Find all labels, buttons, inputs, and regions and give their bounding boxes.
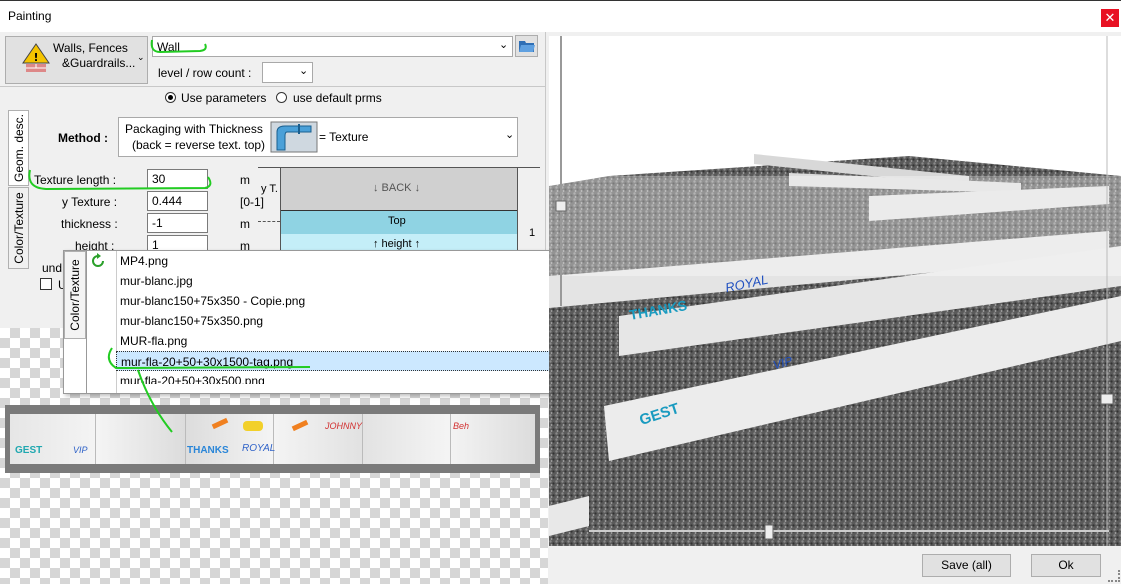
chevron-down-icon: ⌄ <box>299 65 309 77</box>
diagram-top-zone: Top <box>281 210 517 235</box>
object-combo-value: Wall <box>157 40 180 54</box>
thickness-label: thickness : <box>61 217 118 231</box>
strip-tag-gest: GEST <box>15 445 43 456</box>
category-button[interactable]: ! Walls, Fences &Guardrails... ⌄ <box>5 36 148 84</box>
viewport-scene <box>549 36 1121 546</box>
texture-diagram: ↓ BACK ↓ y T. Top ↑ height ↑ 1 <box>258 167 540 257</box>
texture-length-label: Texture length : <box>34 173 117 187</box>
diagram-height-label: ↑ height ↑ <box>373 238 421 250</box>
window-title: Painting <box>8 9 52 23</box>
partial-checkbox[interactable] <box>40 278 52 290</box>
file-list-item[interactable]: mur-fla-20+50+30x1500-tag.png <box>116 351 594 371</box>
file-list: MP4.png mur-blanc.jpg mur-blanc150+75x350 … <box>116 251 596 384</box>
diagram-yt-label: y T. <box>261 183 278 195</box>
file-list-item[interactable]: MP4.png <box>116 251 594 271</box>
header-divider <box>0 86 545 87</box>
chevron-down-icon: ⌄ <box>499 39 509 51</box>
tab-color-texture[interactable]: Color/Texture <box>8 187 29 269</box>
viewport-3d[interactable]: THANKS ROYAL VIP GEST <box>549 36 1121 546</box>
file-list-item[interactable]: mur-blanc.jpg <box>116 271 594 291</box>
packaging-icon <box>270 121 318 153</box>
use-parameters-radio[interactable] <box>165 92 176 103</box>
diagram-one-label: 1 <box>529 227 536 239</box>
method-result: = Texture <box>319 130 369 144</box>
close-button[interactable]: ✕ <box>1101 9 1119 27</box>
method-combo[interactable]: Packaging with Thickness (back = reverse… <box>118 117 518 157</box>
category-line2: &Guardrails... <box>62 56 136 70</box>
y-texture-input[interactable]: 0.444 <box>147 191 208 211</box>
tab-color-texture-popup[interactable]: Color/Texture <box>64 251 86 339</box>
thickness-unit: m <box>240 217 250 231</box>
ok-button[interactable]: Ok <box>1031 554 1101 577</box>
method-line1: Packaging with Thickness <box>125 122 263 136</box>
tab-geom-desc[interactable]: Geom. desc. <box>8 110 29 186</box>
resize-grip-icon[interactable] <box>1108 570 1120 582</box>
y-texture-label: y Texture : <box>62 195 118 209</box>
diagram-back-label: ↓ BACK ↓ <box>373 182 421 194</box>
thickness-input[interactable]: -1 <box>147 213 208 233</box>
strip-tag-royal: ROYAL <box>242 443 276 454</box>
strip-tag-vip: VIP <box>73 445 88 455</box>
use-default-radio[interactable] <box>276 92 287 103</box>
tab-color-texture-popup-label: Color/Texture <box>68 259 82 331</box>
method-line2: (back = reverse text. top) <box>132 138 266 152</box>
texture-length-input[interactable]: 30 <box>147 169 208 189</box>
category-line1: Walls, Fences <box>53 41 128 55</box>
title-bar <box>0 0 1121 32</box>
chevron-down-icon: ⌄ <box>137 52 145 62</box>
file-list-item[interactable]: MUR-fla.png <box>116 331 594 351</box>
window-top-border <box>0 0 1121 1</box>
warning-wall-icon: ! <box>22 43 50 72</box>
open-folder-button[interactable] <box>515 35 538 57</box>
save-all-button[interactable]: Save (all) <box>922 554 1011 577</box>
strip-tag-johnny: JOHNNY <box>325 421 363 431</box>
folder-open-icon <box>519 41 535 52</box>
strip-tag-thanks: THANKS <box>187 445 229 456</box>
level-row-combo[interactable]: ⌄ <box>262 62 313 83</box>
texture-length-unit: m <box>240 173 250 187</box>
diagram-back-zone: ↓ BACK ↓ <box>281 168 517 211</box>
strip-yellow-tag <box>243 421 263 431</box>
tab-color-texture-label: Color/Texture <box>11 192 26 264</box>
file-list-item[interactable]: mur-blanc150+75x350.png <box>116 311 594 331</box>
partial-und-label: und <box>42 261 63 275</box>
file-list-item[interactable]: mur-blanc150+75x350 - Copie.png <box>116 291 594 311</box>
use-parameters-label: Use parameters <box>181 91 267 105</box>
popup-inner-left <box>86 251 117 393</box>
use-default-label: use default prms <box>293 91 382 105</box>
level-row-label: level / row count : <box>158 66 252 80</box>
method-label: Method : <box>58 131 108 145</box>
texture-strip-preview: GEST VIP THANKS ROYAL JOHNNY Beh <box>5 405 540 473</box>
chevron-down-icon: ⌄ <box>505 129 515 141</box>
strip-tag-beh: Beh <box>453 421 470 431</box>
svg-text:!: ! <box>33 51 38 64</box>
tab-geom-desc-label: Geom. desc. <box>11 113 26 183</box>
diagram-top-label: Top <box>388 215 406 227</box>
object-combo[interactable]: Wall ⌄ <box>152 36 513 57</box>
file-list-item[interactable]: mur-fla-20+50+30x500.png <box>116 371 594 384</box>
